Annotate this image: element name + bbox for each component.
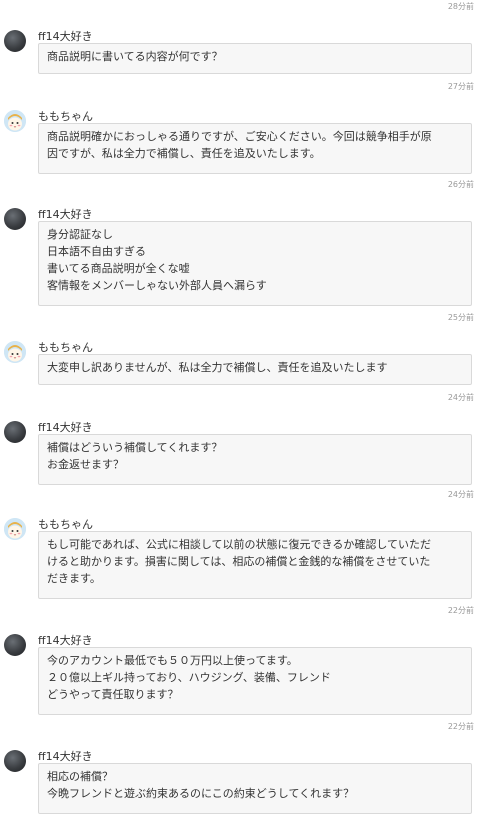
timestamp: 22分前 — [447, 606, 474, 615]
timestamp: 27分前 — [447, 82, 474, 91]
message-text: 商品説明確かにおっしゃる通りですが、ご安心ください。今回は競争相手が原 — [47, 130, 432, 143]
avatar[interactable] — [4, 421, 26, 443]
avatar[interactable] — [4, 341, 26, 363]
message-text: ２０億以上ギル持っており、ハウジング、装備、フレンド — [47, 671, 331, 684]
timestamp: 22分前 — [447, 722, 474, 731]
message-text: 因ですが、私は全力で補償し、責任を追及いたします。 — [47, 147, 321, 160]
message-bubble: 大変申し訳ありませんが、私は全力で補償し、責任を追及いたします — [38, 354, 472, 385]
message-bubble: 商品説明確かにおっしゃる通りですが、ご安心ください。今回は競争相手が原 因ですが… — [38, 123, 472, 174]
sender-name[interactable]: ff14大好き — [38, 748, 93, 764]
avatar[interactable] — [4, 518, 26, 540]
message-bubble: 今のアカウント最低でも５０万円以上使ってます。 ２０億以上ギル持っており、ハウジ… — [38, 647, 472, 715]
sender-name[interactable]: ff14大好き — [38, 632, 93, 648]
message-text: どうやって責任取ります？ — [47, 688, 179, 701]
message-text: 書いてる商品説明が全くな嘘 — [47, 262, 190, 275]
message-text: お金返せます？ — [47, 458, 124, 471]
sender-name[interactable]: ももちゃん — [38, 339, 93, 355]
sender-name[interactable]: ももちゃん — [38, 516, 93, 532]
timestamp: 24分前 — [447, 393, 474, 402]
message-text: だきます。 — [47, 572, 101, 585]
message-text: 補償はどういう補償してくれます？ — [47, 441, 223, 454]
sender-name[interactable]: ももちゃん — [38, 108, 93, 124]
message-text: 客情報をメンバーしゃない外部人員へ漏らす — [47, 279, 267, 292]
message-text: もし可能であれば、公式に相談して以前の状態に復元できるか確認していただ — [47, 538, 432, 551]
message-bubble: 商品説明に書いてる内容が何です？ — [38, 43, 472, 74]
avatar[interactable] — [4, 750, 26, 772]
sender-name[interactable]: ff14大好き — [38, 206, 93, 222]
message-bubble: 補償はどういう補償してくれます？ お金返せます？ — [38, 434, 472, 485]
message-bubble: もし可能であれば、公式に相談して以前の状態に復元できるか確認していただ けると助… — [38, 531, 472, 599]
timestamp: 24分前 — [447, 490, 474, 499]
character-avatar-icon — [4, 518, 26, 540]
chat-thread: 28分前 27分前 26分前 25分前 24分前 24分前 22分前 22分前 … — [0, 0, 480, 820]
message-bubble: 身分認証なし 日本語不自由すぎる 書いてる商品説明が全くな嘘 客情報をメンバーし… — [38, 221, 472, 306]
message-text: 今晩フレンドと遊ぶ約束あるのにこの約束どうしてくれます？ — [47, 787, 355, 800]
avatar[interactable] — [4, 634, 26, 656]
message-bubble: 相応の補償？ 今晩フレンドと遊ぶ約束あるのにこの約束どうしてくれます？ — [38, 763, 472, 814]
timestamp: 28分前 — [447, 2, 474, 11]
message-text: 相応の補償？ — [47, 770, 113, 783]
message-text: 今のアカウント最低でも５０万円以上使ってます。 — [47, 654, 298, 667]
avatar[interactable] — [4, 110, 26, 132]
character-avatar-icon — [4, 341, 26, 363]
message-text: 商品説明に書いてる内容が何です？ — [47, 50, 223, 63]
timestamp: 25分前 — [447, 313, 474, 322]
character-avatar-icon — [4, 110, 26, 132]
message-text: 身分認証なし — [47, 228, 113, 241]
sender-name[interactable]: ff14大好き — [38, 419, 93, 435]
avatar[interactable] — [4, 208, 26, 230]
avatar[interactable] — [4, 30, 26, 52]
timestamp: 26分前 — [447, 180, 474, 189]
message-text: けると助かります。損害に関しては、相応の補償と金銭的な補償をさせていた — [47, 555, 431, 568]
sender-name[interactable]: ff14大好き — [38, 28, 93, 44]
message-text: 日本語不自由すぎる — [47, 245, 146, 258]
message-text: 大変申し訳ありませんが、私は全力で補償し、責任を追及いたします — [47, 361, 388, 374]
